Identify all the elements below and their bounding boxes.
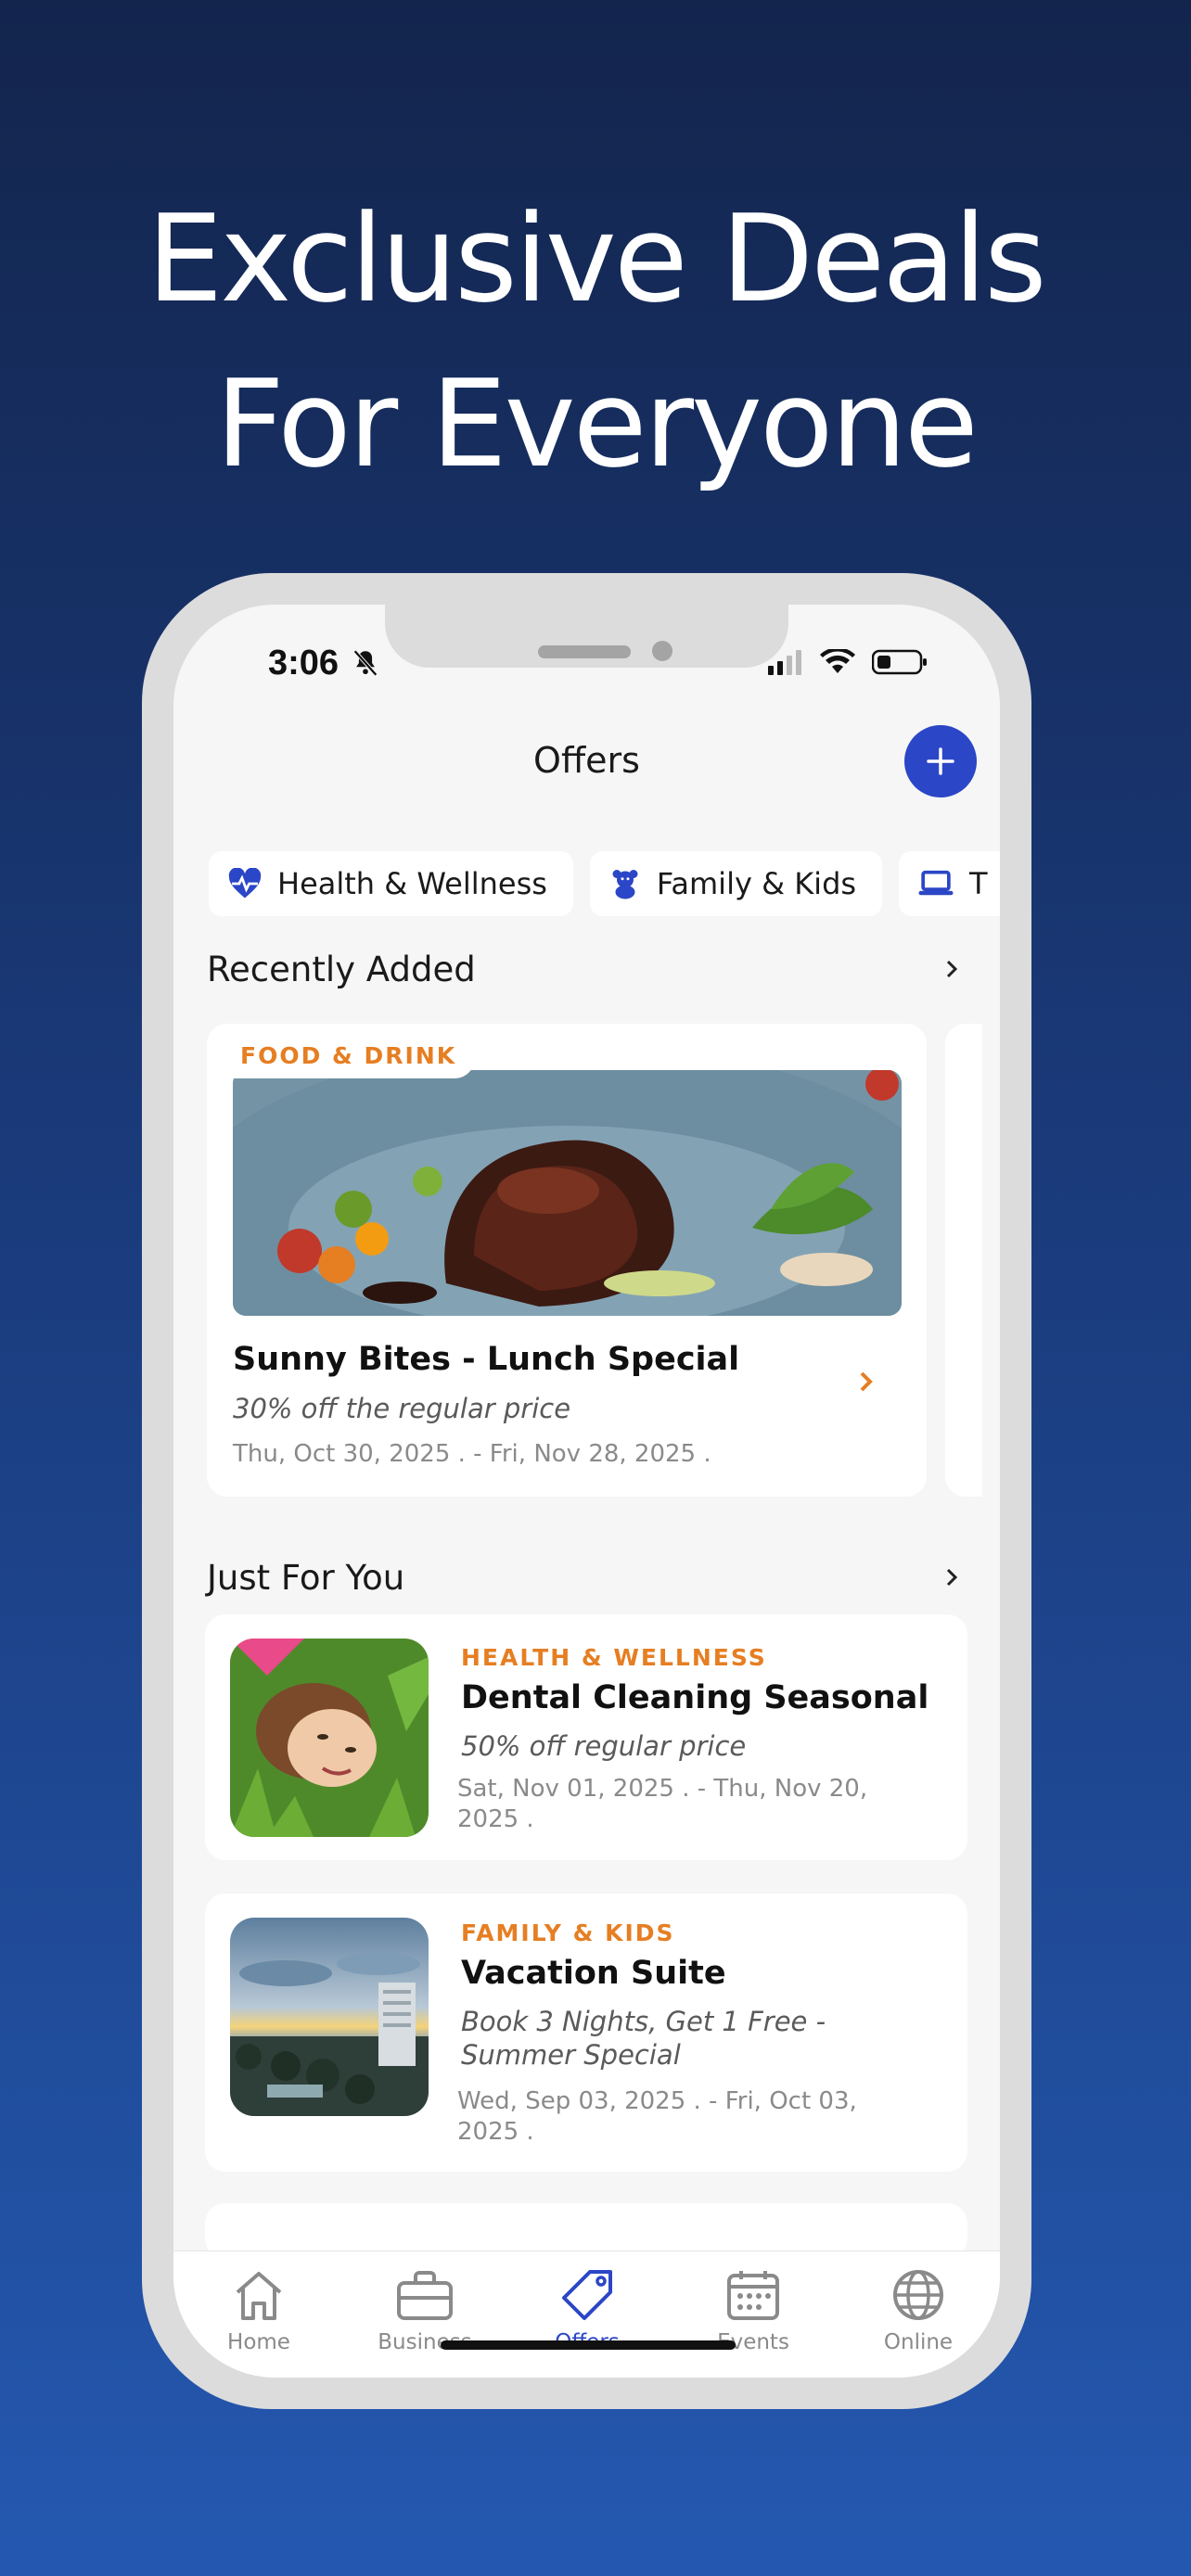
chevron-right-icon[interactable] [943, 955, 962, 983]
teddy-bear-icon [612, 870, 638, 899]
plus-icon [927, 747, 954, 775]
chip-label: Family & Kids [656, 866, 857, 901]
home-indicator[interactable] [441, 2340, 736, 2350]
bell-muted-icon [353, 649, 378, 677]
list-item[interactable]: FAMILY & KIDS Vacation Suite Book 3 Nigh… [205, 1894, 967, 2172]
tab-home[interactable]: Home [194, 2268, 324, 2354]
offer-subtitle: 50% off regular price [461, 1730, 747, 1762]
offer-dates: Thu, Oct 30, 2025 . - Fri, Nov 28, 2025 … [233, 1440, 711, 1468]
offer-subtitle: Book 3 Nights, Get 1 Free - Summer Speci… [461, 2005, 826, 2072]
heart-pulse-icon [228, 868, 262, 899]
offer-dates-line1: Wed, Sep 03, 2025 . - Fri, Oct 03, [457, 2087, 857, 2115]
offer-dates: Wed, Sep 03, 2025 . - Fri, Oct 03, 2025 … [457, 2086, 857, 2148]
offer-image [233, 1070, 902, 1316]
hero-headline-line1: Exclusive Deals [147, 188, 1046, 329]
chevron-right-icon[interactable] [943, 1563, 962, 1591]
signal-icon [768, 650, 801, 675]
offer-title: Sunny Bites - Lunch Special [233, 1341, 740, 1378]
list-item[interactable]: HEALTH & WELLNESS Dental Cleaning Season… [205, 1614, 967, 1860]
offer-dates-line1: Sat, Nov 01, 2025 . - Thu, Nov 20, [457, 1775, 868, 1803]
briefcase-icon [397, 2271, 453, 2320]
offer-dates-line2: 2025 . [457, 2118, 534, 2146]
camera [652, 641, 672, 661]
next-offer-card-peek[interactable] [945, 1024, 982, 1497]
add-offer-button[interactable] [904, 725, 977, 797]
tab-label: Home [227, 2330, 290, 2354]
featured-offer-card[interactable]: FOOD & DRINK Sunny Bites - Lunch Special… [207, 1024, 927, 1497]
recently-added-title: Recently Added [207, 950, 476, 989]
status-time: 3:06 [268, 644, 339, 682]
page-title: Offers [533, 740, 640, 781]
offer-dates-line2: 2025 . [457, 1805, 534, 1833]
phone-frame: 3:06 Offers Health & Wellness Family & K… [142, 573, 1031, 2409]
just-for-you-title: Just For You [207, 1558, 405, 1598]
offer-title: Vacation Suite [461, 1955, 726, 1992]
offer-subtitle-line1: Book 3 Nights, Get 1 Free - [461, 2006, 826, 2037]
phone-screen: 3:06 Offers Health & Wellness Family & K… [173, 605, 1000, 2378]
offer-subtitle: 30% off the regular price [233, 1393, 571, 1424]
chip-label: Health & Wellness [277, 866, 547, 901]
notch [385, 605, 788, 668]
offer-subtitle-line2: Summer Special [461, 2039, 681, 2071]
offer-title: Dental Cleaning Seasonal [461, 1679, 929, 1716]
chevron-right-icon[interactable] [856, 1367, 877, 1396]
home-icon [236, 2272, 282, 2320]
calendar-icon [727, 2271, 779, 2320]
chip-label: T [969, 866, 988, 901]
battery-icon [872, 649, 927, 675]
hero-headline: Exclusive Deals For Everyone [0, 176, 1191, 506]
chip-tech[interactable]: T [899, 851, 1000, 916]
tab-label: Online [883, 2330, 954, 2354]
status-icons [766, 649, 928, 675]
offer-category: FAMILY & KIDS [461, 1919, 675, 1946]
tag-icon [562, 2270, 612, 2320]
tab-online[interactable]: Online [853, 2268, 983, 2354]
offer-thumbnail [230, 1918, 429, 2116]
category-chips: Health & Wellness Family & Kids T [209, 851, 1000, 916]
speaker [538, 645, 631, 658]
chip-health-wellness[interactable]: Health & Wellness [209, 851, 573, 916]
tab-bar: Home Business Offers [173, 2251, 1000, 2378]
offer-dates: Sat, Nov 01, 2025 . - Thu, Nov 20, 2025 … [457, 1774, 867, 1835]
hero-headline-line2: For Everyone [215, 353, 979, 494]
wifi-icon [820, 649, 855, 673]
chip-family-kids[interactable]: Family & Kids [589, 851, 883, 916]
offer-thumbnail [230, 1639, 429, 1837]
laptop-icon [918, 870, 954, 896]
offer-category: HEALTH & WELLNESS [461, 1644, 767, 1671]
globe-icon [893, 2270, 943, 2320]
offer-category: FOOD & DRINK [207, 1024, 476, 1078]
